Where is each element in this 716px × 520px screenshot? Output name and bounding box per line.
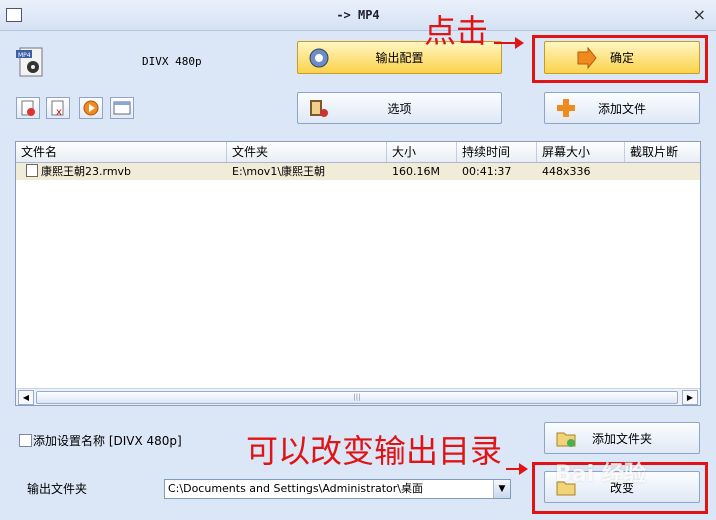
mp4-format-icon: MP4 [16,47,43,77]
column-header[interactable]: 截取片断 [625,142,700,162]
confirm-label: 确定 [609,51,634,65]
add-setting-name-checkbox[interactable] [19,434,32,447]
add-folder-button[interactable]: 添加文件夹 [544,422,700,454]
folder-cell: E:\mov1\康熙王朝 [232,165,326,178]
duration-cell: 00:41:37 [462,165,512,178]
play-icon [83,100,99,116]
folder-add-icon [556,432,576,447]
horizontal-scrollbar[interactable]: ◀ ||| ▶ [16,388,700,405]
options-label: 选项 [387,101,412,116]
file-name-cell: 康熙王朝23.rmvb [21,163,227,180]
screen-size-cell: 448x336 [542,165,591,178]
chevron-down-icon[interactable]: ▼ [493,480,510,498]
svg-text:MP4: MP4 [18,52,31,59]
plus-icon [557,99,575,117]
output-config-label: 输出配置 [375,51,424,65]
scroll-left-icon[interactable]: ◀ [18,390,34,405]
add-file-button[interactable]: 添加文件 [544,92,700,124]
column-header[interactable]: 屏幕大小 [537,142,625,162]
baidu-watermark-logo: Bai 经验 [555,462,646,487]
window-title: -> MP4 [336,8,380,22]
add-setting-name-label: 添加设置名称 [DIVX 480p] [33,434,182,448]
close-icon[interactable]: × [693,5,706,24]
column-header[interactable]: 文件夹 [227,142,387,162]
annotation-click-text: 点击 [424,12,489,50]
annotation-change-text: 可以改变输出目录 [246,432,503,470]
window-info-icon [113,101,131,115]
column-header[interactable]: 文件名 [16,142,227,162]
size-cell: 160.16M [392,165,440,178]
add-folder-label: 添加文件夹 [591,431,652,446]
output-folder-value: C:\Documents and Settings\Administrator\… [168,482,424,495]
annotation-arrow-icon [506,463,528,475]
title-bar: -> MP4 × [0,0,716,31]
annotation-arrow-icon [494,37,524,49]
add-file-label: 添加文件 [597,101,646,116]
profile-name: DIVX 480p [142,55,202,68]
list-header: 文件名 文件夹 大小 持续时间 屏幕大小 截取片断 [16,142,700,163]
svg-text:x: x [56,107,62,118]
gear-icon [309,48,329,67]
confirm-button[interactable]: 确定 [544,41,700,74]
file-name: 康熙王朝23.rmvb [41,165,132,178]
column-header[interactable]: 持续时间 [457,142,537,162]
file-list[interactable]: 文件名 文件夹 大小 持续时间 屏幕大小 截取片断 康熙王朝23.rmvb E:… [15,141,701,406]
scroll-thumb[interactable]: ||| [36,391,678,404]
table-row[interactable]: 康熙王朝23.rmvb E:\mov1\康熙王朝 160.16M 00:41:3… [16,163,700,180]
column-header[interactable]: 大小 [387,142,457,162]
options-button[interactable]: 选项 [297,92,502,124]
info-button[interactable] [110,97,134,119]
video-file-icon [26,164,38,177]
delete-icon: x [51,100,64,118]
scroll-right-icon[interactable]: ▶ [682,390,698,405]
remove-file-button[interactable] [16,97,40,119]
output-folder-select[interactable]: C:\Documents and Settings\Administrator\… [164,479,511,499]
arrow-right-icon [577,46,597,69]
remove-file-icon [21,100,35,116]
clear-list-button[interactable]: x [46,97,70,119]
film-tools-icon [310,100,328,117]
clip-cell [625,163,700,180]
output-folder-label: 输出文件夹 [27,482,88,496]
play-button[interactable] [79,97,103,119]
